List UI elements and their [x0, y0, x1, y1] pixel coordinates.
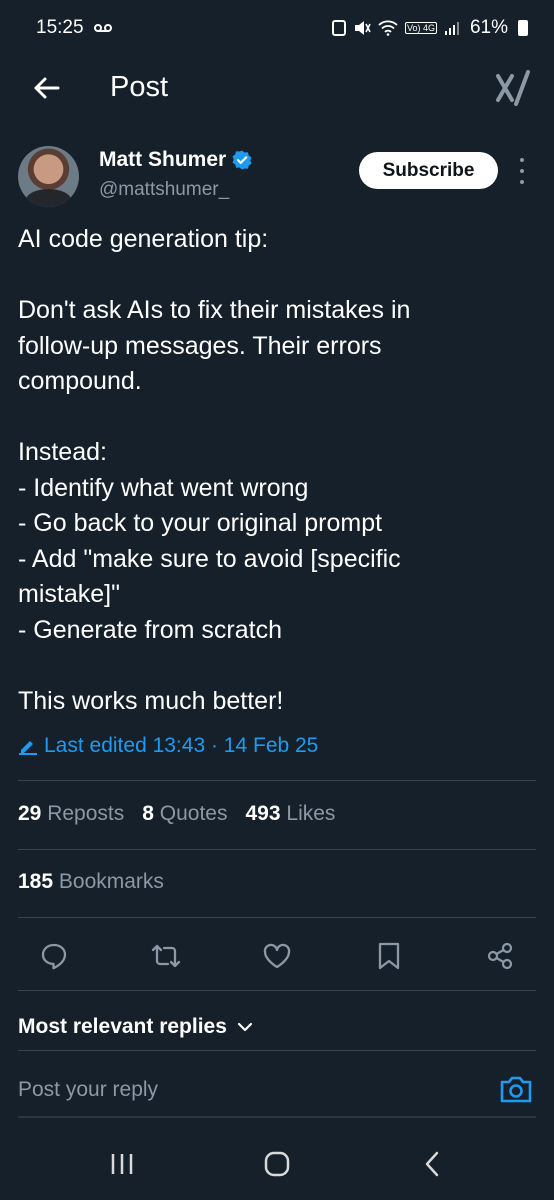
verified-badge-icon [232, 150, 252, 170]
bookmark-button[interactable] [369, 936, 409, 976]
grok-logo-icon[interactable] [496, 70, 532, 106]
bookmarks-label: Bookmarks [58, 870, 164, 893]
back-nav-icon [425, 1151, 439, 1177]
reposts-label: Reposts [47, 802, 125, 825]
page-title: Post [110, 71, 169, 103]
bookmark-icon [378, 942, 399, 970]
divider [18, 990, 536, 991]
camera-icon [500, 1076, 532, 1103]
reposts-stat[interactable]: 29 Reposts [18, 802, 124, 826]
divider [18, 780, 536, 781]
share-icon [487, 942, 513, 970]
post-paragraph: This works much better! [18, 686, 284, 715]
bookmarks-count: 185 [18, 870, 54, 893]
reply-underline [18, 1116, 536, 1118]
like-icon [263, 943, 291, 969]
like-button[interactable] [257, 936, 297, 976]
replies-sort-dropdown[interactable]: Most relevant replies [18, 1015, 253, 1039]
subscribe-button[interactable]: Subscribe [359, 152, 498, 189]
status-bar: 15:25 Vo) 4G 61% [0, 0, 554, 56]
last-edited-text: Last edited 13:43 · 14 Feb 25 [44, 734, 319, 757]
chevron-down-icon [237, 1022, 253, 1032]
mute-icon [354, 21, 371, 35]
nfc-icon [331, 20, 346, 36]
likes-label: Likes [286, 802, 336, 825]
last-edited-link[interactable]: Last edited 13:43 · 14 Feb 25 [18, 734, 318, 758]
battery-icon [518, 20, 528, 36]
reply-icon [41, 943, 67, 970]
reply-button[interactable] [34, 936, 74, 976]
post-paragraph: Instead: - Identify what went wrong - Go… [18, 438, 401, 644]
quotes-label: Quotes [159, 802, 228, 825]
top-bar: Post [0, 58, 554, 118]
arrow-left-icon [34, 77, 60, 99]
status-time: 15:25 [36, 17, 84, 38]
back-button[interactable] [26, 68, 66, 108]
stats-row: 29 Reposts 8 Quotes 493 Likes [18, 802, 335, 826]
author-handle[interactable]: @mattshumer_ [99, 179, 229, 201]
divider [18, 1050, 536, 1051]
system-nav-bar [0, 1128, 554, 1200]
likes-count: 493 [245, 802, 281, 825]
share-button[interactable] [480, 936, 520, 976]
author-row: Matt Shumer @mattshumer_ Subscribe [18, 144, 538, 210]
likes-stat[interactable]: 493 Likes [246, 802, 336, 826]
battery-percent: 61% [469, 17, 508, 38]
home-button[interactable] [257, 1146, 297, 1182]
repost-icon [151, 944, 180, 968]
pencil-icon [19, 741, 37, 755]
voicemail-icon [93, 24, 112, 32]
quotes-count: 8 [142, 802, 154, 825]
back-nav-button[interactable] [412, 1146, 452, 1182]
divider [18, 849, 536, 850]
repost-button[interactable] [146, 936, 186, 976]
action-bar [34, 936, 520, 976]
signal-icon [444, 22, 459, 35]
camera-button[interactable] [498, 1072, 534, 1106]
home-icon [264, 1151, 290, 1177]
wifi-icon [378, 20, 398, 36]
post-text: AI code generation tip: Don't ask AIs to… [18, 222, 538, 719]
recents-icon [111, 1154, 133, 1174]
post-paragraph: Don't ask AIs to fix their mistakes in f… [18, 296, 411, 395]
recents-button[interactable] [102, 1146, 142, 1182]
divider [18, 917, 536, 918]
author-name-text: Matt Shumer [99, 148, 227, 171]
quotes-stat[interactable]: 8 Quotes [142, 802, 227, 826]
network-type: Vo) 4G [404, 22, 437, 34]
more-options-icon[interactable] [514, 158, 530, 184]
bookmarks-stat[interactable]: 185 Bookmarks [18, 870, 164, 894]
avatar[interactable] [18, 146, 79, 207]
post-paragraph: AI code generation tip: [18, 225, 269, 253]
reposts-count: 29 [18, 802, 42, 825]
reply-input[interactable] [18, 1072, 478, 1108]
replies-sort-label: Most relevant replies [18, 1015, 227, 1038]
author-name[interactable]: Matt Shumer [99, 148, 252, 172]
